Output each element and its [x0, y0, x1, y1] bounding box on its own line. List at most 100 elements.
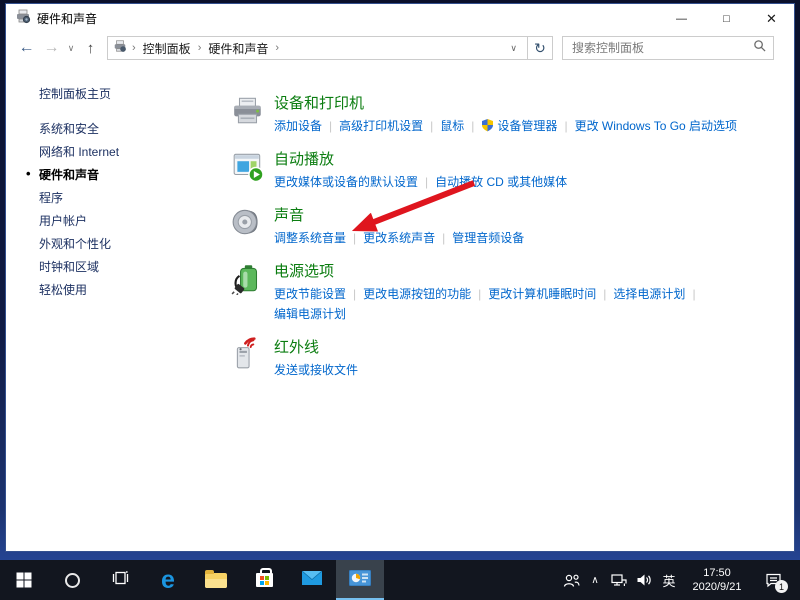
link-power-button-function[interactable]: 更改电源按钮的功能: [363, 287, 471, 301]
clock-date: 2020/9/21: [684, 580, 750, 594]
link-edit-power-plan[interactable]: 编辑电源计划: [274, 307, 346, 321]
up-button[interactable]: ↑: [78, 40, 103, 57]
windows-logo-icon: [16, 572, 32, 588]
sidebar-item-programs[interactable]: 程序: [39, 192, 231, 204]
system-tray: ∧ 英 17:50 2020/9/21: [558, 560, 800, 600]
link-device-manager[interactable]: 设备管理器: [481, 119, 557, 133]
sidebar-item-network-internet[interactable]: 网络和 Internet: [39, 146, 231, 158]
link-separator: |: [442, 231, 445, 245]
autoplay-icon[interactable]: [231, 149, 265, 183]
sidebar-item-system-security[interactable]: 系统和安全: [39, 123, 231, 135]
control-panel-icon: [349, 570, 371, 591]
history-chevron-icon[interactable]: ∨: [64, 43, 78, 54]
link-separator: |: [353, 287, 356, 301]
link-change-power-saving[interactable]: 更改节能设置: [274, 287, 346, 301]
search-input[interactable]: [570, 40, 753, 56]
infrared-icon[interactable]: [231, 337, 265, 371]
sidebar-item-appearance[interactable]: 外观和个性化: [39, 238, 231, 250]
address-dropdown-icon[interactable]: ∨: [502, 37, 525, 59]
close-button[interactable]: ✕: [749, 4, 794, 33]
sidebar-item-hardware-sound[interactable]: 硬件和声音: [39, 169, 231, 181]
window-title: 硬件和声音: [37, 10, 659, 27]
link-separator: |: [471, 119, 474, 133]
refresh-button[interactable]: ↻: [527, 36, 553, 60]
section-infrared: 红外线 发送或接收文件: [231, 336, 794, 380]
sidebar-item-user-accounts[interactable]: 用户帐户: [39, 215, 231, 227]
section-title-power-options[interactable]: 电源选项: [274, 260, 742, 281]
main-content: 设备和打印机 添加设备 | 高级打印机设置 | 鼠标 | 设备管理器 | 更改 Windows …: [231, 66, 794, 551]
hardware-sound-icon: [15, 8, 31, 29]
search-box[interactable]: [562, 36, 774, 60]
link-windows-to-go[interactable]: 更改 Windows To Go 启动选项: [575, 119, 737, 133]
section-title-sound[interactable]: 声音: [274, 204, 524, 225]
file-explorer-button[interactable]: [192, 560, 240, 600]
link-separator: |: [692, 287, 695, 301]
printer-icon[interactable]: [231, 93, 265, 127]
power-icon[interactable]: [231, 261, 265, 295]
cortana-icon: [65, 573, 80, 588]
task-view-button[interactable]: [96, 560, 144, 600]
hidden-icons-chevron-icon[interactable]: ∧: [584, 575, 606, 586]
people-button[interactable]: [558, 560, 584, 600]
link-sleep-time[interactable]: 更改计算机睡眠时间: [488, 287, 596, 301]
file-explorer-icon: [205, 573, 227, 588]
address-location-icon: [113, 39, 127, 58]
link-separator: |: [425, 175, 428, 189]
uac-shield-icon: [481, 118, 494, 131]
link-separator: |: [329, 119, 332, 133]
section-devices-printers: 设备和打印机 添加设备 | 高级打印机设置 | 鼠标 | 设备管理器 | 更改 Windows …: [231, 92, 794, 136]
edge-icon: e: [161, 568, 175, 593]
forward-button[interactable]: →: [39, 39, 64, 57]
maximize-button[interactable]: □: [704, 4, 749, 33]
control-panel-window: 硬件和声音 — □ ✕ ← → ∨ ↑ › 控制面板 › 硬件和声音 ›: [5, 3, 795, 552]
mail-button[interactable]: [288, 560, 336, 600]
link-manage-audio-devices[interactable]: 管理音频设备: [452, 231, 524, 245]
task-view-icon: [112, 570, 129, 591]
link-send-receive-files[interactable]: 发送或接收文件: [274, 363, 358, 377]
link-mouse[interactable]: 鼠标: [440, 119, 464, 133]
start-button[interactable]: [0, 560, 48, 600]
link-change-media-defaults[interactable]: 更改媒体或设备的默认设置: [274, 175, 418, 189]
section-title-infrared[interactable]: 红外线: [274, 336, 358, 357]
breadcrumb-hardware-sound[interactable]: 硬件和声音: [208, 40, 268, 57]
link-add-device[interactable]: 添加设备: [274, 119, 322, 133]
link-change-system-sounds[interactable]: 更改系统声音: [363, 231, 435, 245]
clock[interactable]: 17:50 2020/9/21: [682, 566, 752, 594]
store-button[interactable]: [240, 560, 288, 600]
link-autoplay-cd[interactable]: 自动播放 CD 或其他媒体: [435, 175, 567, 189]
volume-button[interactable]: [631, 560, 656, 600]
section-title-devices-printers[interactable]: 设备和打印机: [274, 92, 737, 113]
edge-button[interactable]: e: [144, 560, 192, 600]
speaker-icon[interactable]: [231, 205, 265, 239]
window-body: 控制面板主页 系统和安全 网络和 Internet 硬件和声音 程序 用户帐户 …: [6, 66, 794, 551]
breadcrumb-chevron-icon: ›: [193, 42, 207, 54]
breadcrumb-control-panel[interactable]: 控制面板: [143, 40, 191, 57]
section-power-options: 电源选项 更改节能设置 | 更改电源按钮的功能 | 更改计算机睡眠时间 | 选择电源计划 | 编…: [231, 260, 794, 324]
link-separator: |: [603, 287, 606, 301]
sidebar-item-home[interactable]: 控制面板主页: [39, 85, 231, 102]
minimize-button[interactable]: —: [659, 4, 704, 33]
link-separator: |: [478, 287, 481, 301]
back-button[interactable]: ←: [14, 39, 39, 57]
navigation-toolbar: ← → ∨ ↑ › 控制面板 › 硬件和声音 › ∨ ↻: [6, 33, 794, 66]
section-title-autoplay[interactable]: 自动播放: [274, 148, 567, 169]
ime-indicator[interactable]: 英: [656, 571, 682, 590]
link-separator: |: [430, 119, 433, 133]
link-advanced-printer-setup[interactable]: 高级打印机设置: [339, 119, 423, 133]
address-bar[interactable]: › 控制面板 › 硬件和声音 › ∨: [107, 36, 527, 60]
sidebar-item-ease-of-access[interactable]: 轻松使用: [39, 284, 231, 296]
notification-badge: 1: [775, 580, 788, 593]
link-adjust-volume[interactable]: 调整系统音量: [274, 231, 346, 245]
breadcrumb: › 控制面板 › 硬件和声音 ›: [127, 40, 284, 57]
link-choose-power-plan[interactable]: 选择电源计划: [613, 287, 685, 301]
cortana-button[interactable]: [48, 560, 96, 600]
link-separator: |: [564, 119, 567, 133]
action-center-button[interactable]: 1: [752, 560, 794, 600]
link-separator: |: [353, 231, 356, 245]
breadcrumb-chevron-icon: ›: [127, 42, 141, 54]
network-button[interactable]: [606, 560, 631, 600]
store-icon: [256, 573, 273, 587]
clock-time: 17:50: [684, 566, 750, 580]
sidebar-item-clock-region[interactable]: 时钟和区域: [39, 261, 231, 273]
control-panel-taskbar-button[interactable]: [336, 560, 384, 600]
